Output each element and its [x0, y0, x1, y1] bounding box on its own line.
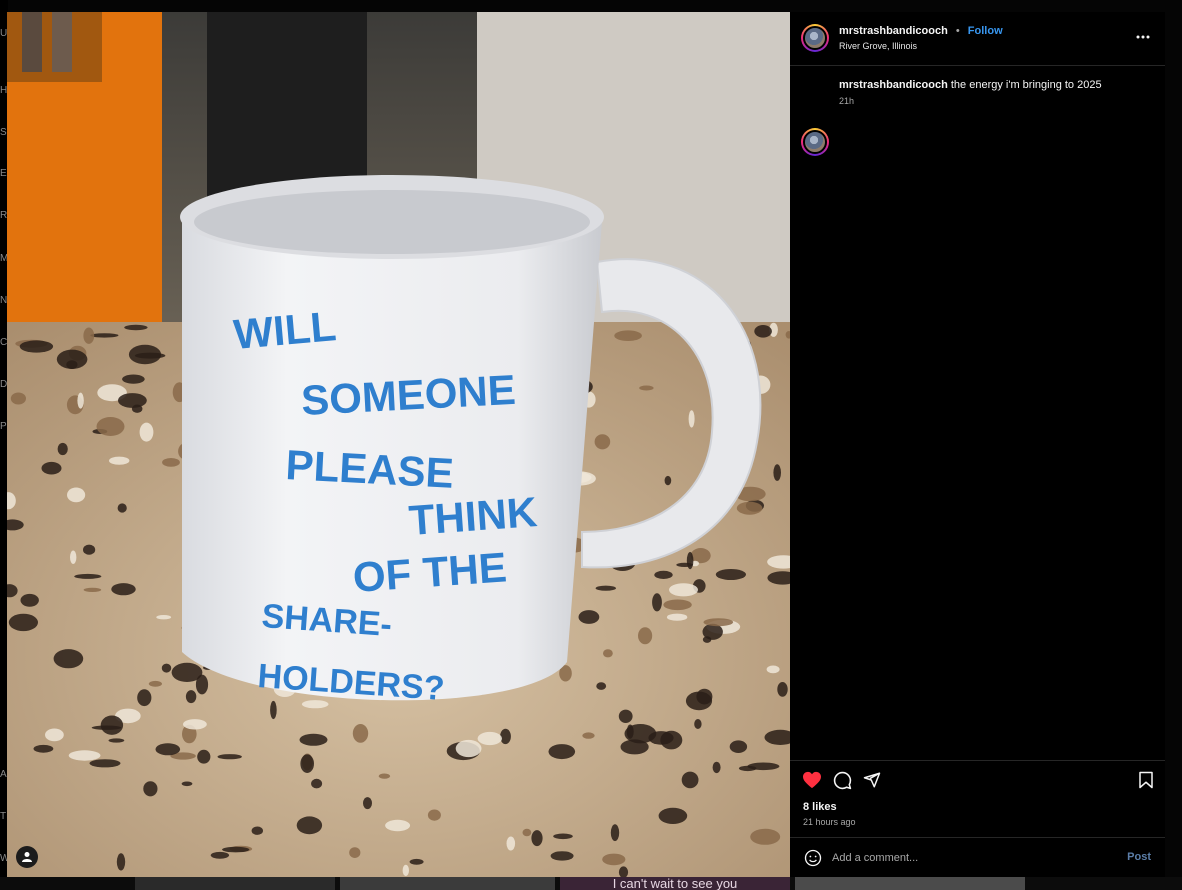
- like-button[interactable]: [801, 769, 823, 791]
- share-button[interactable]: [861, 769, 883, 791]
- mug-text-line: WILL: [232, 302, 338, 358]
- post-comment-button[interactable]: Post: [1127, 851, 1151, 863]
- header-user-line: mrstrashbandicooch • Follow: [839, 25, 1003, 37]
- mug-photo: WILLSOMEONEPLEASETHINKOF THESHARE-HOLDER…: [7, 12, 790, 877]
- background-thumbnail: [340, 877, 555, 890]
- background-caption: I can't wait to see you: [560, 877, 790, 890]
- emoji-button[interactable]: [802, 847, 824, 869]
- heart-icon: [803, 771, 821, 789]
- save-button[interactable]: [1135, 769, 1157, 791]
- more-icon: [1136, 35, 1150, 39]
- likes-count[interactable]: 8 likes: [803, 801, 837, 813]
- background-page-bottom: I can't wait to see you: [0, 877, 1182, 890]
- post-modal: WILL SOMEONE PLEASE THINK OF THE SHARE- HOLDER…: [7, 12, 1165, 877]
- separator-dot: •: [955, 25, 960, 37]
- mug-text-line: THINK: [407, 488, 538, 544]
- post-sidebar: mrstrashbandicooch • Follow River Grove,…: [790, 12, 1165, 877]
- more-options-button[interactable]: [1135, 29, 1151, 45]
- person-icon: [22, 852, 32, 862]
- follow-button[interactable]: Follow: [968, 25, 1003, 37]
- caption: mrstrashbandicooch the energy i'm bringi…: [839, 79, 1102, 91]
- send-icon: [863, 772, 881, 788]
- username-link[interactable]: mrstrashbandicooch: [839, 25, 948, 37]
- caption-text: the energy i'm bringing to 2025: [950, 79, 1102, 91]
- avatar[interactable]: [801, 128, 829, 156]
- comment-button[interactable]: [831, 769, 853, 791]
- comment-bar: Post: [790, 837, 1165, 878]
- action-bar: 8 likes 21 hours ago: [790, 760, 1165, 838]
- post-timestamp[interactable]: 21 hours ago: [803, 817, 856, 827]
- comment-input[interactable]: [832, 849, 1112, 867]
- post-header: mrstrashbandicooch • Follow River Grove,…: [790, 12, 1165, 66]
- mug-text-line: PLEASE: [285, 441, 455, 497]
- caption-username[interactable]: mrstrashbandicooch: [839, 79, 948, 91]
- emoji-icon: [804, 849, 822, 867]
- avatar[interactable]: [801, 24, 829, 52]
- bookmark-icon: [1139, 771, 1153, 789]
- tagged-users-button[interactable]: [16, 846, 38, 868]
- caption-timestamp[interactable]: 21h: [839, 96, 854, 106]
- location-link[interactable]: River Grove, Illinois: [839, 41, 917, 51]
- comment-icon: [833, 771, 851, 789]
- post-image: WILL SOMEONE PLEASE THINK OF THE SHARE- HOLDER…: [7, 12, 790, 877]
- background-thumbnail: [795, 877, 1025, 890]
- background-thumbnail: [135, 877, 335, 890]
